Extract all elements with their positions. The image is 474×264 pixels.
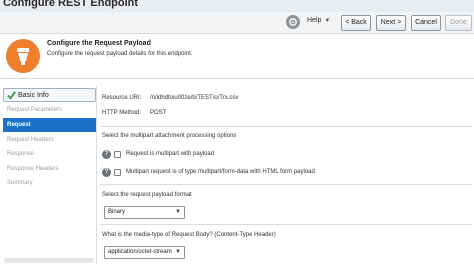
help-icon[interactable]: ? xyxy=(102,150,111,159)
divider xyxy=(100,224,472,225)
resource-uri-label: Resource URI: xyxy=(102,95,142,101)
chevron-down-icon: ▼ xyxy=(175,209,181,215)
chevron-down-icon: ▼ xyxy=(175,249,181,255)
help-menu[interactable]: Help ▼ xyxy=(307,17,330,24)
http-method-label: HTTP Method: xyxy=(102,110,141,116)
nav-scrollbar[interactable] xyxy=(4,258,94,263)
divider xyxy=(100,126,472,127)
page-description: Configure the request payload details fo… xyxy=(47,51,193,57)
multipart-payload-checkbox[interactable] xyxy=(114,151,121,158)
payload-format-value: Binary xyxy=(108,209,126,215)
page-header: Configure the Request Payload Configure … xyxy=(0,34,474,79)
title-bar: Configure REST Endpoint xyxy=(0,0,474,12)
next-button[interactable]: Next > xyxy=(376,15,406,31)
nav-item-request-headers[interactable]: Request Headers xyxy=(3,133,96,147)
multipart-form-data-checkbox[interactable] xyxy=(114,169,121,176)
multipart-form-data-label: Multipart request is of type multipart/f… xyxy=(126,169,315,175)
nav-item-summary[interactable]: Summary xyxy=(3,176,96,190)
divider xyxy=(100,184,472,185)
payload-format-select[interactable]: Binary ▼ xyxy=(104,206,185,219)
window-title: Configure REST Endpoint xyxy=(3,0,139,9)
multipart-payload-label: Request is multipart with payload xyxy=(126,151,215,157)
configure-rest-endpoint-window: Configure REST Endpoint Help ▼ < Back Nex… xyxy=(0,0,474,264)
payload-format-heading: Select the request payload format xyxy=(102,192,192,198)
chevron-down-icon: ▼ xyxy=(324,18,331,24)
nav-item-response[interactable]: Response xyxy=(3,147,96,161)
page-title: Configure the Request Payload xyxy=(47,40,151,47)
cancel-button[interactable]: Cancel xyxy=(411,15,441,31)
done-button[interactable]: Done xyxy=(445,15,472,31)
request-payload-icon xyxy=(6,39,40,73)
resource-uri-value: /n/idhdtoiu00ze/b/TEST/o/Trx.csv xyxy=(150,95,239,101)
check-icon xyxy=(7,91,16,100)
toolbar: Help ▼ < Back Next > Cancel Done xyxy=(0,12,474,34)
nav-item-request-parameters[interactable]: Request Parameters xyxy=(3,103,96,117)
back-button[interactable]: < Back xyxy=(341,15,371,31)
media-type-value: application/octet-stream xyxy=(108,249,172,255)
help-label: Help xyxy=(307,17,322,24)
help-icon[interactable]: ? xyxy=(102,168,111,177)
media-type-heading: What is the media-type of Request Body? … xyxy=(102,232,276,238)
http-method-value: POST xyxy=(150,110,167,116)
nav-item-basic-info[interactable]: Basic Info xyxy=(3,88,96,102)
wizard-nav: Basic Info Request Parameters Request Re… xyxy=(0,86,97,264)
media-type-select[interactable]: application/octet-stream ▼ xyxy=(104,246,185,259)
nav-item-request[interactable]: Request xyxy=(3,118,96,132)
nav-item-response-headers[interactable]: Response Headers xyxy=(3,162,96,176)
gear-icon[interactable] xyxy=(286,15,300,29)
multipart-heading: Select the multipart attachment processi… xyxy=(102,133,237,139)
nav-item-label: Basic Info xyxy=(18,92,49,99)
main-content: Resource URI: /n/idhdtoiu00ze/b/TEST/o/T… xyxy=(97,86,474,264)
